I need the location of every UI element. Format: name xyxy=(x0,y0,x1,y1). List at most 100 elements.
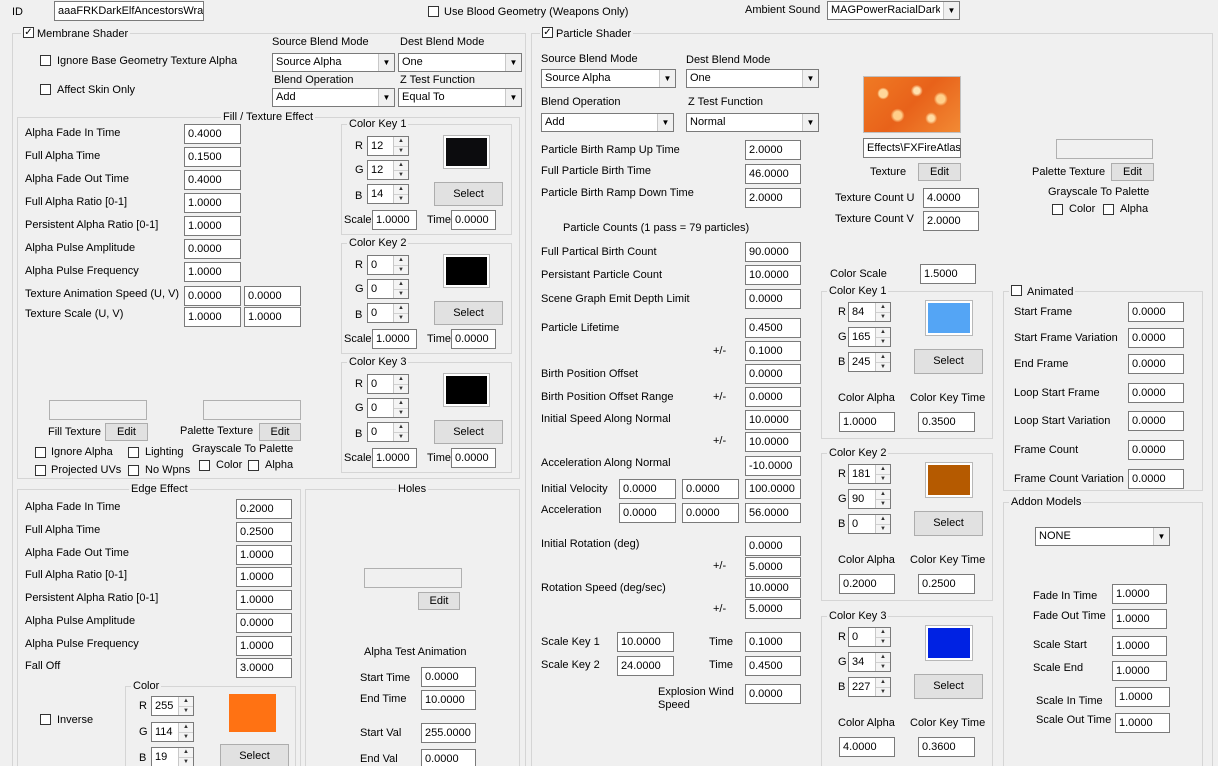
particle-ztest-dropdown[interactable]: Normal ▼ xyxy=(686,113,819,132)
particle-blend-op-dropdown[interactable]: Add ▼ xyxy=(541,113,674,132)
rotation-speed-field[interactable]: 10.0000 xyxy=(745,578,801,598)
lighting-checkbox[interactable] xyxy=(128,447,139,458)
addon-row-field[interactable]: 1.0000 xyxy=(1112,609,1167,629)
init-rotation-var-field[interactable]: 5.0000 xyxy=(745,557,801,577)
fill-key-select-button[interactable]: Select xyxy=(434,420,503,444)
membrane-blend-op-dropdown[interactable]: Add ▼ xyxy=(272,88,395,107)
fill-key-r-spinner[interactable]: 12 ▲ ▼ xyxy=(367,136,409,156)
fill-grayscale-alpha-checkbox[interactable] xyxy=(248,460,259,471)
birth-ramp-down-field[interactable]: 2.0000 xyxy=(745,188,801,208)
fill-key-select-button[interactable]: Select xyxy=(434,301,503,325)
particle-key-b-spinner[interactable]: 245 ▲ ▼ xyxy=(848,352,891,372)
particle-key-r-spinner[interactable]: 181 ▲ ▼ xyxy=(848,464,891,484)
animated-row-field[interactable]: 0.0000 xyxy=(1128,354,1184,374)
particle-key-time-field[interactable]: 0.3600 xyxy=(918,737,975,757)
particle-key-alpha-field[interactable]: 1.0000 xyxy=(839,412,895,432)
fill-row-field[interactable]: 1.0000 xyxy=(184,216,241,236)
ambient-sound-dropdown[interactable]: MAGPowerRacialDarkElf▼ xyxy=(827,1,960,20)
fill-key-scale-field[interactable]: 1.0000 xyxy=(372,329,417,349)
fill-row-field[interactable]: 0.0000 xyxy=(184,239,241,259)
fill-grayscale-color-checkbox[interactable] xyxy=(199,460,210,471)
fill-key-select-button[interactable]: Select xyxy=(434,182,503,206)
persistant-field[interactable]: 10.0000 xyxy=(745,265,801,285)
init-velocity-y-field[interactable]: 0.0000 xyxy=(682,479,739,499)
init-rotation-field[interactable]: 0.0000 xyxy=(745,536,801,556)
animated-checkbox[interactable] xyxy=(1011,285,1022,296)
acceleration-z-field[interactable]: 56.0000 xyxy=(745,503,801,523)
no-wpns-checkbox[interactable] xyxy=(128,465,139,476)
particle-key-select-button[interactable]: Select xyxy=(914,674,983,699)
holes-edit-button[interactable]: Edit xyxy=(418,592,460,610)
anim-speed-u-field[interactable]: 0.0000 xyxy=(184,286,241,306)
birth-pos-field[interactable]: 0.0000 xyxy=(745,364,801,384)
affect-skin-checkbox[interactable] xyxy=(40,84,51,95)
edge-row-field[interactable]: 1.0000 xyxy=(236,567,292,587)
scale-key2-time-field[interactable]: 0.4500 xyxy=(745,656,801,676)
fill-key-time-field[interactable]: 0.0000 xyxy=(451,210,496,230)
init-velocity-x-field[interactable]: 0.0000 xyxy=(619,479,676,499)
animated-row-field[interactable]: 0.0000 xyxy=(1128,440,1184,460)
fill-row-field[interactable]: 1.0000 xyxy=(184,193,241,213)
particle-key-g-spinner[interactable]: 165 ▲ ▼ xyxy=(848,327,891,347)
particle-key-b-spinner[interactable]: 227 ▲ ▼ xyxy=(848,677,891,697)
edge-b-spinner[interactable]: 19 ▲ ▼ xyxy=(151,747,194,766)
membrane-shader-checkbox[interactable]: ✓ xyxy=(23,27,34,38)
animated-row-field[interactable]: 0.0000 xyxy=(1128,411,1184,431)
acceleration-x-field[interactable]: 0.0000 xyxy=(619,503,676,523)
acceleration-y-field[interactable]: 0.0000 xyxy=(682,503,739,523)
texture-scale-v-field[interactable]: 1.0000 xyxy=(244,307,301,327)
fill-key-b-spinner[interactable]: 0 ▲ ▼ xyxy=(367,422,409,442)
particle-key-g-spinner[interactable]: 90 ▲ ▼ xyxy=(848,489,891,509)
holes-end-time-field[interactable]: 10.0000 xyxy=(421,690,476,710)
addon-models-dropdown[interactable]: NONE ▼ xyxy=(1035,527,1170,546)
particle-grayscale-alpha-checkbox[interactable] xyxy=(1103,204,1114,215)
edge-row-field[interactable]: 1.0000 xyxy=(236,590,292,610)
accel-normal-field[interactable]: -10.0000 xyxy=(745,456,801,476)
palette-edit-button[interactable]: Edit xyxy=(1111,163,1154,181)
animated-row-field[interactable]: 0.0000 xyxy=(1128,383,1184,403)
fill-key-g-spinner[interactable]: 0 ▲ ▼ xyxy=(367,279,409,299)
tex-count-u-field[interactable]: 4.0000 xyxy=(923,188,979,208)
particle-dest-blend-dropdown[interactable]: One ▼ xyxy=(686,69,819,88)
init-speed-field[interactable]: 10.0000 xyxy=(745,410,801,430)
explosion-field[interactable]: 0.0000 xyxy=(745,684,801,704)
birth-ramp-up-field[interactable]: 2.0000 xyxy=(745,140,801,160)
rotation-speed-var-field[interactable]: 5.0000 xyxy=(745,599,801,619)
texture-edit-button[interactable]: Edit xyxy=(918,163,961,181)
particle-grayscale-color-checkbox[interactable] xyxy=(1052,204,1063,215)
edge-row-field[interactable]: 1.0000 xyxy=(236,545,292,565)
membrane-ztest-dropdown[interactable]: Equal To ▼ xyxy=(398,88,522,107)
particle-shader-checkbox[interactable]: ✓ xyxy=(542,27,553,38)
particle-key-alpha-field[interactable]: 0.2000 xyxy=(839,574,895,594)
fill-key-time-field[interactable]: 0.0000 xyxy=(451,329,496,349)
fill-row-field[interactable]: 0.4000 xyxy=(184,124,241,144)
edge-row-field[interactable]: 0.2000 xyxy=(236,499,292,519)
fill-row-field[interactable]: 0.1500 xyxy=(184,147,241,167)
addon-row-field[interactable]: 1.0000 xyxy=(1115,687,1170,707)
edge-g-spinner[interactable]: 114 ▲ ▼ xyxy=(151,722,194,742)
addon-row-field[interactable]: 1.0000 xyxy=(1112,636,1167,656)
tex-count-v-field[interactable]: 2.0000 xyxy=(923,211,979,231)
fill-key-b-spinner[interactable]: 0 ▲ ▼ xyxy=(367,303,409,323)
particle-key-r-spinner[interactable]: 84 ▲ ▼ xyxy=(848,302,891,322)
holes-start-val-field[interactable]: 255.0000 xyxy=(421,723,476,743)
particle-source-blend-dropdown[interactable]: Source Alpha ▼ xyxy=(541,69,676,88)
particle-key-time-field[interactable]: 0.3500 xyxy=(918,412,975,432)
fill-key-time-field[interactable]: 0.0000 xyxy=(451,448,496,468)
scene-graph-field[interactable]: 0.0000 xyxy=(745,289,801,309)
init-speed-var-field[interactable]: 10.0000 xyxy=(745,432,801,452)
membrane-dest-blend-dropdown[interactable]: One ▼ xyxy=(398,53,522,72)
fill-key-scale-field[interactable]: 1.0000 xyxy=(372,210,417,230)
fill-palette-edit-button[interactable]: Edit xyxy=(259,423,301,441)
edge-r-spinner[interactable]: 255 ▲ ▼ xyxy=(151,696,194,716)
holes-start-time-field[interactable]: 0.0000 xyxy=(421,667,476,687)
ignore-base-alpha-checkbox[interactable] xyxy=(40,55,51,66)
particle-key-r-spinner[interactable]: 0 ▲ ▼ xyxy=(848,627,891,647)
fill-row-field[interactable]: 1.0000 xyxy=(184,262,241,282)
fill-key-g-spinner[interactable]: 0 ▲ ▼ xyxy=(367,398,409,418)
addon-row-field[interactable]: 1.0000 xyxy=(1112,584,1167,604)
fill-key-scale-field[interactable]: 1.0000 xyxy=(372,448,417,468)
ignore-alpha-checkbox[interactable] xyxy=(35,447,46,458)
scale-key2-field[interactable]: 24.0000 xyxy=(617,656,674,676)
particle-key-select-button[interactable]: Select xyxy=(914,511,983,536)
